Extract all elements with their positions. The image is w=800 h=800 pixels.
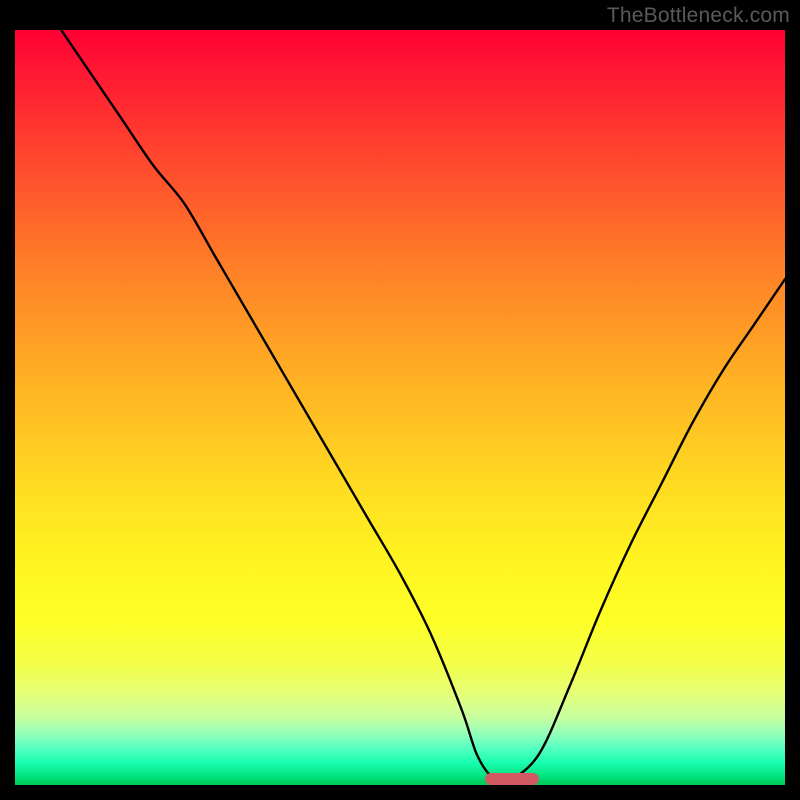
plot-area [15,30,785,785]
credit-label: TheBottleneck.com [607,4,790,28]
optimal-range-marker [485,773,539,785]
bottleneck-curve [15,30,785,785]
chart-frame: TheBottleneck.com [0,0,800,800]
